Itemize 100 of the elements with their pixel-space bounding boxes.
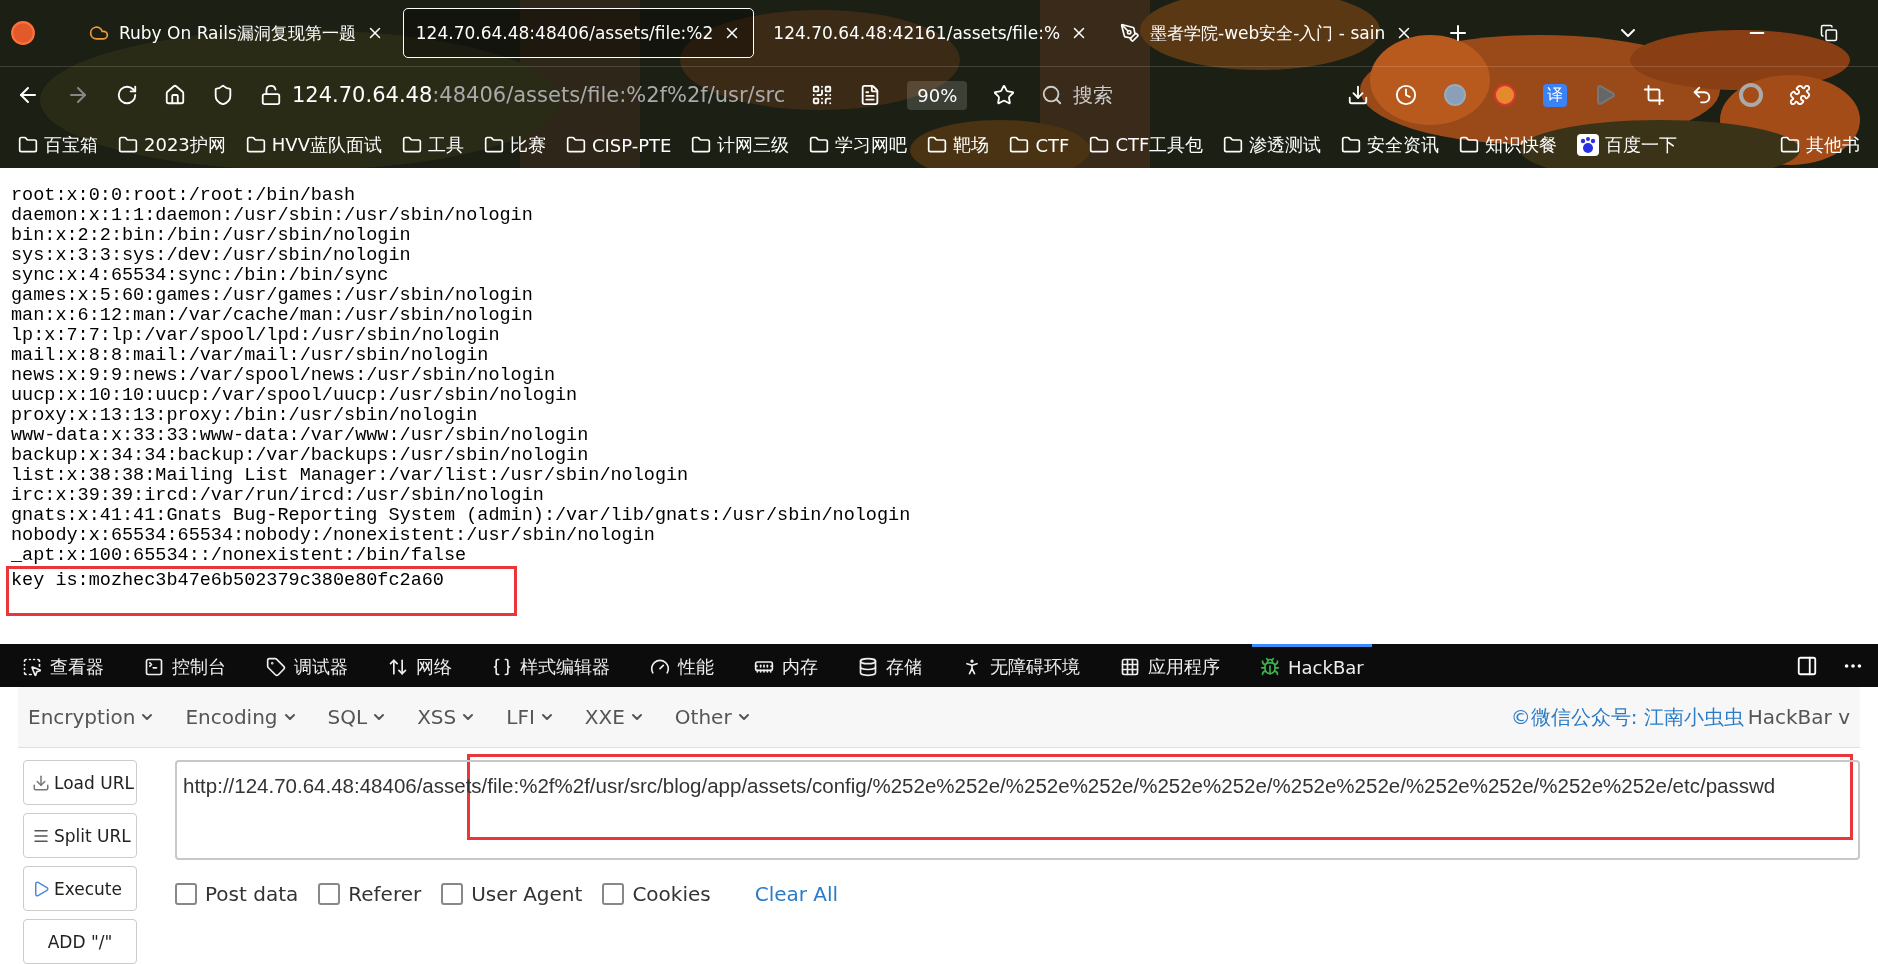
home-icon[interactable]: [164, 84, 186, 106]
crop-icon[interactable]: [1643, 84, 1666, 106]
bookmark[interactable]: 工具: [402, 133, 464, 157]
clock-icon[interactable]: [1395, 84, 1418, 106]
devtools-tab[interactable]: 性能: [642, 644, 722, 687]
option-checkbox[interactable]: Cookies: [602, 882, 711, 906]
star-icon[interactable]: [993, 84, 1016, 106]
folder-icon: [691, 135, 712, 155]
devtools-tab[interactable]: 控制台: [136, 644, 234, 687]
text-line: gnats:x:41:41:Gnats Bug-Reporting System (admin):/var/lib/gnats:/usr/sbin/nologin: [11, 506, 912, 526]
devtools-tab[interactable]: 应用程序: [1112, 644, 1228, 687]
folder-icon: [1459, 135, 1480, 155]
browser-tab[interactable]: 墨者学院-web安全-入门 - sain: [1107, 8, 1427, 58]
hackbar-button[interactable]: ADD "/": [23, 919, 137, 964]
download-icon[interactable]: [1347, 84, 1370, 106]
devtools-tab[interactable]: 调试器: [258, 644, 356, 687]
folder-icon: [1780, 135, 1800, 155]
browser-tab[interactable]: 124.70.64.48:48406/assets/file:%2: [402, 8, 755, 58]
hackbar-button[interactable]: Split URL: [23, 813, 137, 858]
menu-dropdown[interactable]: Other: [674, 705, 752, 729]
puzzle-icon[interactable]: [1789, 84, 1812, 106]
restore-icon[interactable]: [1820, 24, 1839, 42]
text-line: man:x:6:12:man:/var/cache/man:/usr/sbin/nologin: [11, 306, 534, 326]
text-line: backup:x:34:34:backup:/var/backups:/usr/sbin/nologin: [11, 446, 590, 466]
devtools-tab[interactable]: 样式编辑器: [484, 644, 618, 687]
translate-button[interactable]: 译: [1543, 83, 1568, 107]
folder-icon: [118, 135, 138, 155]
clear-all-link[interactable]: Clear All: [754, 882, 839, 906]
text-line: bin:x:2:2:bin:/bin:/usr/sbin/nologin: [11, 226, 412, 246]
bookmark[interactable]: 学习网吧: [809, 133, 908, 157]
bookmark[interactable]: 百度一下: [1577, 133, 1678, 157]
shield-icon[interactable]: [212, 84, 234, 106]
browser-tab[interactable]: Ruby On Rails漏洞复现第一题: [76, 8, 397, 58]
address-field[interactable]: 124.70.64.48:48406/assets/file:%2f%2f/usr/src: [292, 83, 786, 107]
bookmark[interactable]: 百宝箱: [18, 133, 98, 157]
bookmark[interactable]: HVV蓝队面试: [245, 133, 382, 157]
devtools-tab[interactable]: 查看器: [14, 644, 112, 687]
option-checkbox[interactable]: Referer: [318, 882, 422, 906]
database-icon: [858, 657, 878, 677]
option-checkbox[interactable]: User Agent: [441, 882, 583, 906]
panel-icon[interactable]: [1796, 654, 1818, 677]
text-line: www-data:x:33:33:www-data:/var/www:/usr/sbin/nologin: [11, 426, 590, 446]
bookmark[interactable]: 靶场: [927, 133, 990, 157]
menu-dropdown[interactable]: Encryption: [28, 705, 156, 729]
text-line: root:x:0:0:root:/root:/bin/bash: [11, 186, 357, 206]
braces-icon: [492, 657, 512, 677]
bookmark[interactable]: CISP-PTE: [566, 134, 672, 156]
text-line: lp:x:7:7:lp:/var/spool/lpd:/usr/sbin/nologin: [11, 326, 501, 346]
option-checkbox[interactable]: Post data: [175, 882, 299, 906]
qr-code-icon[interactable]: [811, 84, 834, 106]
bookmark[interactable]: CTF: [1009, 134, 1070, 156]
zoom-level[interactable]: 90%: [907, 80, 968, 110]
bookmark[interactable]: 计网三级: [691, 133, 790, 157]
text-line: mail:x:8:8:mail:/var/mail:/usr/sbin/nologin: [11, 346, 490, 366]
bookmark[interactable]: 渗透测试: [1223, 133, 1322, 157]
folder-icon: [402, 135, 422, 155]
paw-icon: [1577, 134, 1600, 156]
devtools-tab[interactable]: 内存: [746, 644, 826, 687]
menu-dropdown[interactable]: XXE: [584, 705, 645, 729]
text-line: sync:x:4:65534:sync:/bin:/bin/sync: [11, 266, 390, 286]
key-line: key is:mozhec3b47e6b502379c380e80fc2a60: [11, 571, 444, 591]
bookmark[interactable]: 2023护网: [118, 133, 226, 157]
text-line: irc:x:39:39:ircd:/var/run/ircd:/usr/sbin/nologin: [11, 486, 545, 506]
folder-icon: [245, 135, 266, 155]
search-field[interactable]: 搜索: [1041, 81, 1322, 109]
menu-dropdown[interactable]: XSS: [417, 705, 477, 729]
search-icon: [1041, 84, 1064, 106]
devtools-tab[interactable]: 网络: [380, 644, 460, 687]
hackbar-button[interactable]: Execute: [23, 866, 137, 911]
terminal-icon: [144, 657, 164, 677]
folder-icon: [566, 135, 586, 155]
menu-dropdown[interactable]: LFI: [506, 705, 555, 729]
text-line: _apt:x:100:65534::/nonexistent:/bin/false: [11, 546, 468, 566]
arrows-icon: [388, 657, 408, 677]
bookmark[interactable]: 比赛: [484, 133, 546, 157]
menu-dropdown[interactable]: SQL: [327, 705, 388, 729]
reload-icon[interactable]: [116, 84, 138, 106]
text-line: nobody:x:65534:65534:nobody:/nonexistent:/usr/sbin/nologin: [11, 526, 656, 546]
credit-name: HackBar v: [1747, 705, 1850, 729]
credit-link[interactable]: ©微信公众号: 江南小虫虫: [1510, 703, 1744, 731]
text-line: daemon:x:1:1:daemon:/usr/sbin:/usr/sbin/nologin: [11, 206, 534, 226]
folder-icon: [1089, 135, 1110, 155]
gauge-icon: [650, 657, 670, 677]
unlocked-icon[interactable]: [260, 84, 282, 106]
bookmark[interactable]: 知识快餐: [1459, 133, 1558, 157]
text-line: proxy:x:13:13:proxy:/bin:/usr/sbin/nologin: [11, 406, 479, 426]
folder-icon: [927, 135, 948, 155]
tag-icon: [266, 657, 286, 677]
menu-dropdown[interactable]: Encoding: [185, 705, 298, 729]
text-line: sys:x:3:3:sys:/dev:/usr/sbin/nologin: [11, 246, 412, 266]
ring-icon[interactable]: [1739, 83, 1764, 107]
browser-tab[interactable]: 124.70.64.48:42161/assets/file:%: [760, 8, 1102, 58]
hackbar-button[interactable]: Load URL: [23, 760, 137, 805]
devtools-tab[interactable]: 无障碍环境: [954, 644, 1088, 687]
devtools-tab[interactable]: 存储: [850, 644, 930, 687]
bookmark[interactable]: 安全资讯: [1341, 133, 1440, 157]
bookmark[interactable]: CTF工具包: [1089, 133, 1204, 157]
pen-icon: [1120, 23, 1141, 43]
folder-icon: [1341, 135, 1362, 155]
folder-icon: [18, 135, 38, 155]
